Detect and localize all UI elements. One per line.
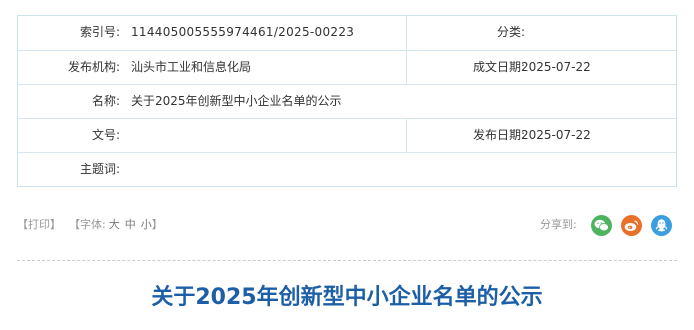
share-bar: 分享到: bbox=[540, 213, 672, 237]
created-date-label: 成文日期: bbox=[472, 60, 525, 74]
publish-date-value: 2025-07-22 bbox=[521, 128, 591, 142]
metadata-row-name: 名称: 关于2025年创新型中小企业名单的公示 bbox=[18, 84, 676, 119]
print-link[interactable]: 【打印】 bbox=[17, 216, 61, 234]
created-date-value: 2025-07-22 bbox=[521, 60, 591, 74]
name-value: 关于2025年创新型中小企业名单的公示 bbox=[131, 94, 342, 108]
share-wechat-button[interactable] bbox=[590, 214, 612, 236]
document-metadata-table: 索引号: 114405005555974461/2025-00223 分类: 发… bbox=[17, 15, 677, 187]
publish-date-label: 发布日期: bbox=[472, 128, 525, 142]
category-label: 分类: bbox=[496, 25, 525, 39]
weibo-icon bbox=[624, 220, 638, 231]
font-size-medium-link[interactable]: 中 bbox=[125, 216, 136, 234]
column-divider bbox=[406, 119, 407, 152]
font-size-prefix: 【字体: bbox=[69, 218, 106, 231]
issuer-value: 汕头市工业和信息化局 bbox=[131, 60, 252, 74]
article-title: 关于2025年创新型中小企业名单的公示 bbox=[151, 285, 543, 310]
index-number-value: 114405005555974461/2025-00223 bbox=[131, 25, 355, 39]
name-label: 名称: bbox=[91, 94, 120, 108]
font-size-suffix: 】 bbox=[151, 218, 163, 231]
qq-icon bbox=[655, 219, 668, 232]
share-weibo-button[interactable] bbox=[620, 214, 642, 236]
metadata-row-issuer: 发布机构: 汕头市工业和信息化局 成文日期: 2025-07-22 bbox=[18, 50, 676, 85]
article-tools: 【打印】 【字体: 大中小】 bbox=[17, 216, 163, 234]
column-divider bbox=[406, 16, 407, 49]
column-divider bbox=[406, 51, 407, 84]
metadata-row-subject: 主题词: bbox=[18, 152, 676, 188]
font-size-small-link[interactable]: 小 bbox=[141, 216, 152, 234]
wechat-icon bbox=[594, 219, 609, 231]
index-number-label: 索引号: bbox=[79, 25, 120, 39]
metadata-row-docno: 文号: 发布日期: 2025-07-22 bbox=[18, 118, 676, 153]
dashed-divider bbox=[17, 260, 677, 261]
font-size-large-link[interactable]: 大 bbox=[109, 216, 120, 234]
share-label: 分享到: bbox=[540, 218, 577, 231]
subject-words-label: 主题词: bbox=[79, 162, 120, 176]
metadata-row-index: 索引号: 114405005555974461/2025-00223 分类: bbox=[18, 16, 676, 50]
issuer-label: 发布机构: bbox=[67, 60, 120, 74]
document-number-label: 文号: bbox=[91, 128, 120, 142]
share-qq-button[interactable] bbox=[650, 214, 672, 236]
